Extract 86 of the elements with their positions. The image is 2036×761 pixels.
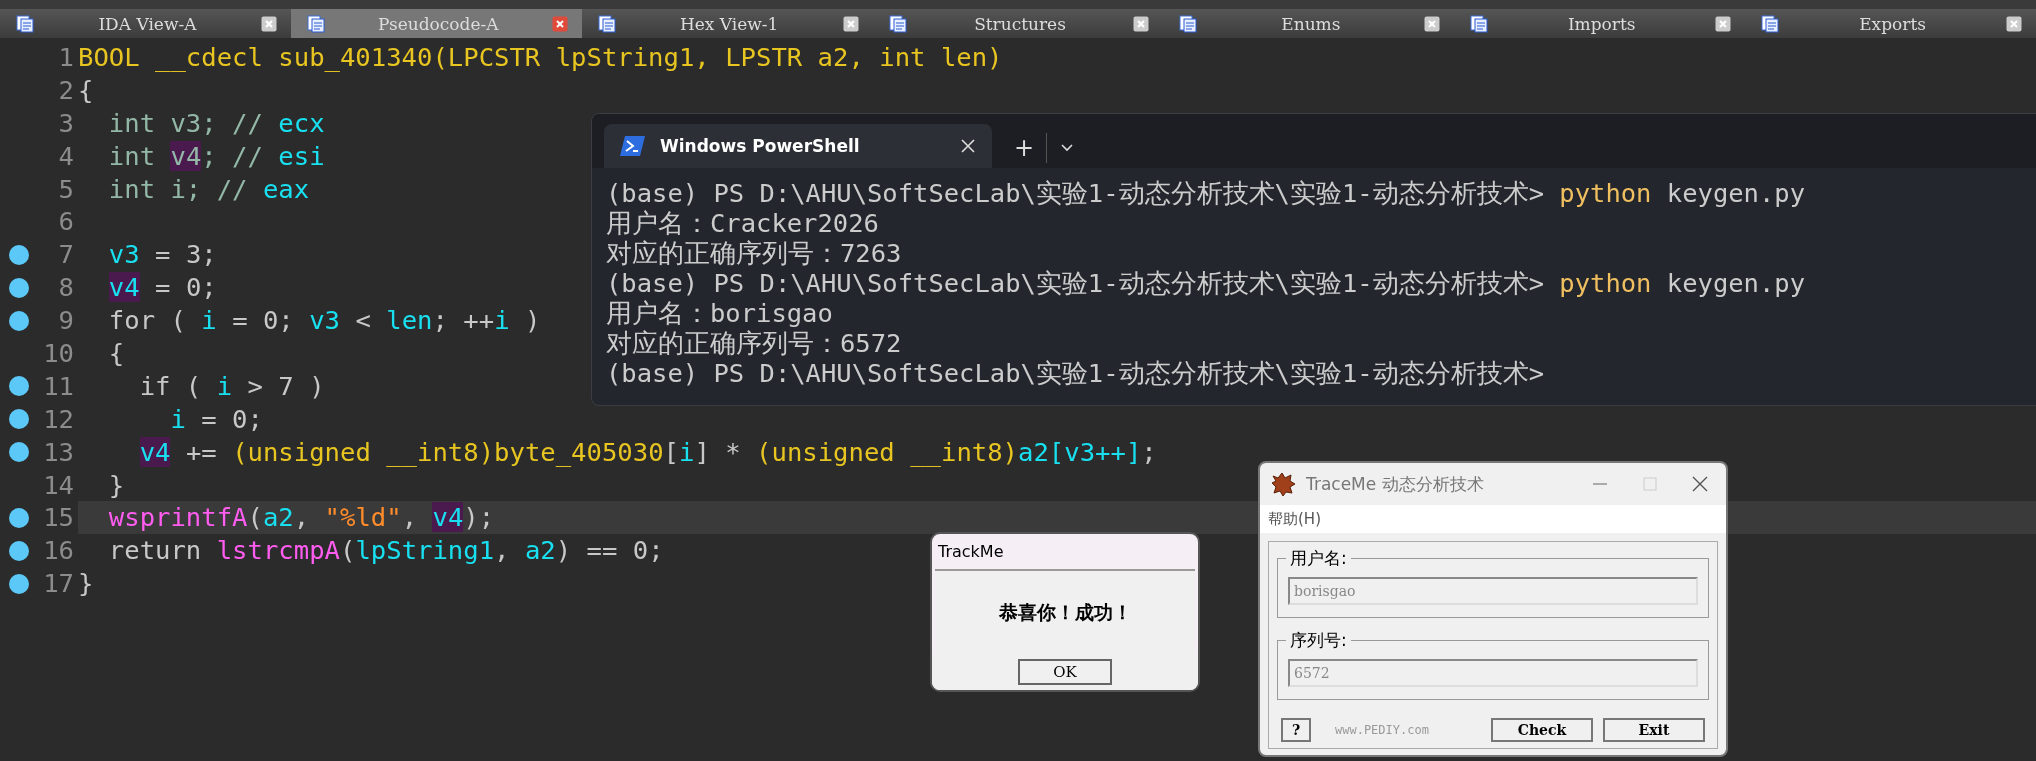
code-line: i = 0; bbox=[169, 402, 263, 436]
line-number: 8 bbox=[57, 271, 74, 305]
editor-tab[interactable]: Structures bbox=[872, 9, 1164, 38]
breakpoint-icon[interactable] bbox=[9, 540, 29, 561]
editor-tab[interactable]: IDA View-A bbox=[0, 9, 291, 38]
close-icon[interactable] bbox=[1692, 476, 1708, 492]
terminal-line: 对应的正确序列号：6572 bbox=[606, 328, 903, 358]
line-number: 10 bbox=[42, 337, 74, 370]
document-icon bbox=[306, 14, 325, 33]
field-label: 序列号: bbox=[1286, 629, 1351, 652]
code-line: { bbox=[78, 73, 94, 107]
code-line: } bbox=[107, 468, 125, 502]
terminal-line: (base) PS D:\AHU\SoftSecLab\实验1-动态分析技术\实验1-动态分析技术> python keygen.py bbox=[606, 178, 1806, 208]
code-line: return lstrcmpA(lpString1, a2) == 0; bbox=[107, 534, 664, 568]
document-icon bbox=[1179, 14, 1198, 33]
website-text: www.PEDIY.com bbox=[1334, 723, 1430, 737]
line-number: 12 bbox=[42, 402, 74, 436]
powershell-icon bbox=[620, 135, 646, 157]
line-number: 11 bbox=[42, 369, 74, 403]
code-line: wsprintfA(a2, "%ld", v4); bbox=[107, 501, 495, 535]
new-tab-button[interactable]: + bbox=[1014, 134, 1035, 162]
terminal-line: (base) PS D:\AHU\SoftSecLab\实验1-动态分析技术\实验1-动态分析技术> python keygen.py bbox=[606, 268, 1806, 298]
document-icon bbox=[1761, 14, 1780, 33]
breakpoint-icon[interactable] bbox=[9, 277, 29, 298]
terminal-line: 用户名：borisgao bbox=[606, 298, 834, 328]
code-line: int i; // eax bbox=[107, 172, 310, 206]
line-number: 3 bbox=[57, 106, 74, 140]
breakpoint-icon[interactable] bbox=[9, 573, 29, 594]
document-icon bbox=[1470, 14, 1489, 33]
document-icon bbox=[888, 14, 907, 33]
code-line: { bbox=[107, 337, 125, 370]
editor-tab[interactable]: Imports bbox=[1454, 9, 1746, 38]
line-number: 13 bbox=[42, 435, 74, 469]
breakpoint-icon[interactable] bbox=[9, 310, 29, 331]
breakpoint-icon[interactable] bbox=[9, 507, 29, 528]
terminal-line: (base) PS D:\AHU\SoftSecLab\实验1-动态分析技术\实验1-动态分析技术> bbox=[606, 358, 1545, 388]
line-number: 16 bbox=[42, 534, 74, 568]
breakpoint-icon[interactable] bbox=[9, 244, 29, 265]
window-title: TraceMe 动态分析技术 bbox=[1306, 472, 1485, 496]
terminal-line: 用户名：Cracker2026 bbox=[606, 208, 880, 238]
message-text: 恭喜你！成功！ bbox=[935, 569, 1195, 654]
close-icon[interactable] bbox=[260, 15, 277, 32]
line-number: 2 bbox=[57, 73, 74, 107]
close-icon[interactable] bbox=[551, 15, 568, 32]
close-icon[interactable] bbox=[1424, 15, 1441, 32]
code-line: v3 = 3; bbox=[107, 238, 217, 272]
help-button[interactable]: ? bbox=[1281, 718, 1311, 742]
document-icon bbox=[597, 14, 616, 33]
code-line: for ( i = 0; v3 < len; ++i ) bbox=[107, 304, 541, 338]
editor-tab[interactable]: Exports bbox=[1745, 9, 2036, 38]
code-line: if ( i > 7 ) bbox=[138, 369, 325, 403]
app-icon bbox=[1270, 472, 1296, 496]
dropdown-icon[interactable] bbox=[1059, 143, 1076, 153]
ok-button[interactable]: OK bbox=[1018, 659, 1112, 685]
terminal-tab[interactable]: Windows PowerShell bbox=[604, 124, 992, 168]
menu-item[interactable]: 帮助(H) bbox=[1268, 509, 1321, 529]
line-number: 17 bbox=[42, 567, 74, 601]
line-number: 7 bbox=[57, 238, 74, 272]
close-icon[interactable] bbox=[1715, 15, 1732, 32]
code-line: } bbox=[78, 567, 94, 601]
breakpoint-icon[interactable] bbox=[9, 376, 29, 397]
document-icon bbox=[16, 14, 34, 33]
dialog-button[interactable]: Exit bbox=[1603, 718, 1705, 742]
terminal-line: 对应的正确序列号：7263 bbox=[606, 238, 903, 268]
close-icon[interactable] bbox=[2006, 15, 2022, 32]
line-number: 14 bbox=[42, 468, 74, 502]
field-label: 用户名: bbox=[1286, 547, 1351, 570]
dialog-title: TrackMe bbox=[937, 541, 1005, 563]
code-line: v4 = 0; bbox=[107, 271, 217, 305]
line-number: 5 bbox=[57, 172, 74, 206]
line-number: 9 bbox=[57, 304, 74, 338]
editor-tab[interactable]: Enums bbox=[1163, 9, 1455, 38]
close-icon[interactable] bbox=[1133, 15, 1150, 32]
line-number: 15 bbox=[42, 501, 74, 535]
breakpoint-icon[interactable] bbox=[9, 409, 29, 430]
line-number: 4 bbox=[57, 139, 74, 173]
dialog-button[interactable]: Check bbox=[1491, 718, 1593, 742]
breakpoint-icon[interactable] bbox=[9, 442, 29, 463]
code-line: int v3; // ecx bbox=[107, 106, 325, 140]
code-line: BOOL __cdecl sub_401340(LPCSTR lpString1, LPSTR a2, int len) bbox=[78, 41, 1003, 74]
line-number: 1 bbox=[57, 41, 74, 74]
close-icon[interactable] bbox=[842, 15, 859, 32]
line-number: 6 bbox=[57, 205, 74, 239]
code-line: int v4; // esi bbox=[107, 139, 325, 173]
editor-tab[interactable]: Hex View-1 bbox=[581, 9, 873, 38]
code-line: v4 += (unsigned __int8)byte_405030[i] * (unsigned __int8)a2[v3++]; bbox=[138, 435, 1157, 469]
